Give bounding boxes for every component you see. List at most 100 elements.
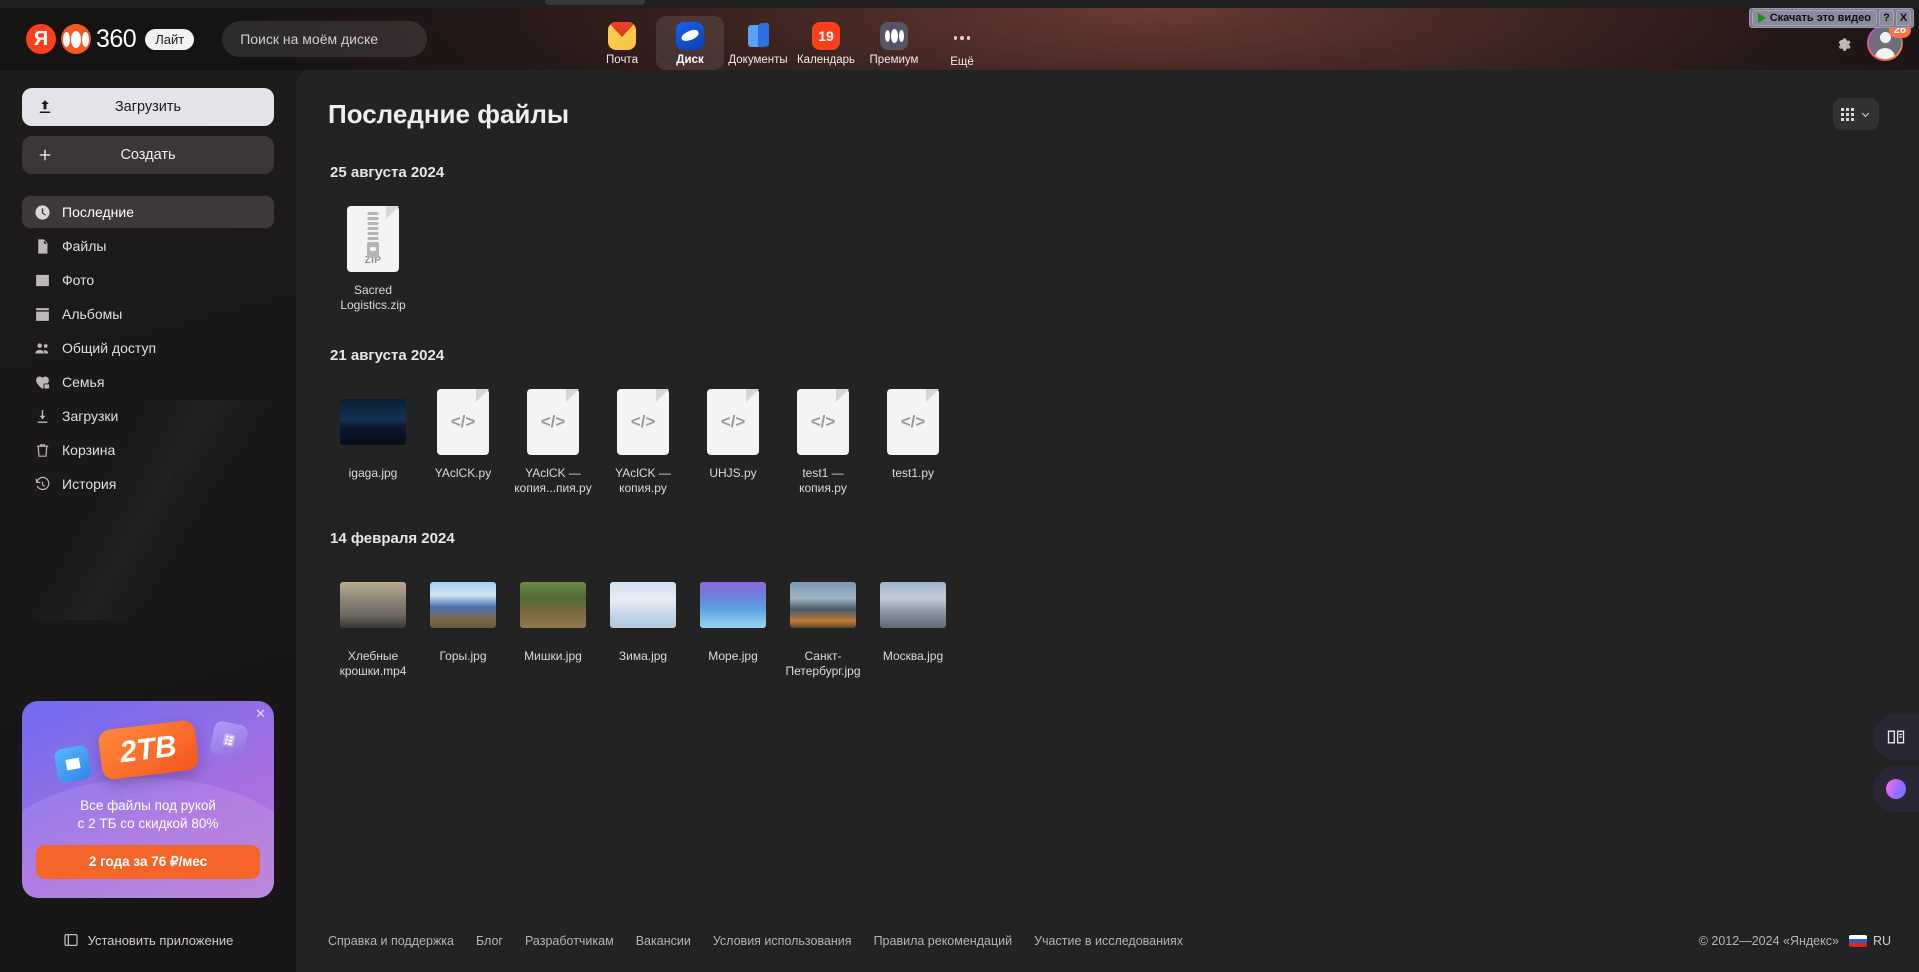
yandex-logo-icon: Я <box>26 24 56 54</box>
assistant-button[interactable] <box>1873 766 1919 812</box>
file-thumbnail-wrap <box>508 569 598 641</box>
code-file-icon: </> <box>617 389 669 455</box>
file-tile[interactable]: </> YAclCK — копия...пия.py <box>508 386 598 496</box>
premium-icon <box>880 22 908 50</box>
zip-file-icon: ZIP <box>347 206 399 272</box>
sidebar-label-history: История <box>62 476 117 492</box>
sidebar-item-photos[interactable]: Фото <box>22 264 274 296</box>
photo-thumbnail <box>430 582 496 628</box>
sidebar-item-albums[interactable]: Альбомы <box>22 298 274 330</box>
sidebar-item-shared[interactable]: Общий доступ <box>22 332 274 364</box>
language-switcher[interactable]: RU <box>1848 934 1891 948</box>
file-tile[interactable]: </> YAclCK — копия.py <box>598 386 688 496</box>
promo-close-icon[interactable]: ✕ <box>255 707 266 720</box>
file-tile[interactable]: </> UHJS.py <box>688 386 778 496</box>
file-tile[interactable]: </> test1 — копия.py <box>778 386 868 496</box>
file-tile[interactable]: Москва.jpg <box>868 569 958 679</box>
file-name-label: igaga.jpg <box>348 466 398 480</box>
nav-item-disk[interactable]: Диск <box>656 16 724 70</box>
search-input[interactable] <box>238 30 424 48</box>
file-thumbnail-wrap <box>778 569 868 641</box>
extension-close-button[interactable]: X <box>1896 10 1911 26</box>
russia-flag-icon <box>1848 935 1867 947</box>
create-button[interactable]: Создать <box>22 136 274 174</box>
header-left-cluster: Я 360 Лайт <box>0 21 428 57</box>
yandex-360-logo[interactable]: Я 360 Лайт <box>26 24 195 54</box>
file-tile[interactable]: ZIP Sacred Logistics.zip <box>328 203 418 313</box>
clock-icon <box>35 204 50 220</box>
service-nav: Почта Диск Документы 19 Календарь Премиу… <box>588 16 996 72</box>
footer-link[interactable]: Разработчикам <box>525 934 614 948</box>
file-thumbnail-wrap <box>328 386 418 458</box>
promo-cta-button[interactable]: 2 года за 76 ₽/мес <box>36 845 260 879</box>
book-icon <box>1887 730 1905 744</box>
promo-banner[interactable]: ✕ 2ТВ Все файлы под рукой с 2 ТБ со скид… <box>22 701 274 898</box>
promo-badge: 2ТВ <box>96 719 200 781</box>
view-mode-toggle[interactable] <box>1833 98 1879 130</box>
file-row: ZIP Sacred Logistics.zip <box>328 203 1887 313</box>
footer-link[interactable]: Участие в исследованиях <box>1034 934 1183 948</box>
file-thumbnail-wrap: </> <box>778 386 868 458</box>
upload-button[interactable]: Загрузить <box>22 88 274 126</box>
file-tile[interactable]: Мишки.jpg <box>508 569 598 679</box>
promo-line-1: Все файлы под рукой <box>80 798 216 813</box>
top-header: Я 360 Лайт Почта Диск <box>0 8 1919 70</box>
search-box[interactable] <box>222 21 428 57</box>
browser-tab[interactable] <box>545 0 645 5</box>
date-group-label: 25 августа 2024 <box>330 164 445 181</box>
sidebar: Загрузить Создать Последние Файлы Фото А… <box>0 70 296 972</box>
date-group-label: 21 августа 2024 <box>330 347 445 364</box>
sidebar-label-family: Семья <box>62 374 105 390</box>
zip-teeth <box>367 212 379 245</box>
sidebar-item-history[interactable]: История <box>22 468 274 500</box>
file-tile[interactable]: Горы.jpg <box>418 569 508 679</box>
grid-view-icon <box>1841 107 1854 121</box>
photo-thumbnail <box>610 582 676 628</box>
file-tile[interactable]: Хлебные крошки.mp4 <box>328 569 418 679</box>
file-tile[interactable]: </> YAclCK.py <box>418 386 508 496</box>
sidebar-item-downloads[interactable]: Загрузки <box>22 400 274 432</box>
nav-item-calendar[interactable]: 19 Календарь <box>792 16 860 70</box>
avatar[interactable]: 26 <box>1867 22 1911 61</box>
nav-label-calendar: Календарь <box>796 54 856 66</box>
sidebar-item-recent[interactable]: Последние <box>22 196 274 228</box>
footer-link[interactable]: Справка и поддержка <box>328 934 454 948</box>
nav-item-more[interactable]: Ещё <box>928 16 996 72</box>
file-thumbnail-wrap <box>328 569 418 641</box>
sidebar-label-recent: Последние <box>62 204 135 220</box>
upload-icon <box>39 100 51 113</box>
footer-link[interactable]: Вакансии <box>636 934 691 948</box>
file-tile[interactable]: Зима.jpg <box>598 569 688 679</box>
nav-item-mail[interactable]: Почта <box>588 16 656 70</box>
sidebar-item-files[interactable]: Файлы <box>22 230 274 262</box>
install-app-button[interactable]: Установить приложение <box>0 932 296 948</box>
footer-right: © 2012—2024 «Яндекс» RU <box>1699 934 1891 948</box>
nav-item-documents[interactable]: Документы <box>724 16 792 70</box>
file-tile[interactable]: Море.jpg <box>688 569 778 679</box>
plan-badge: Лайт <box>145 28 195 50</box>
file-tile[interactable]: Санкт-Петербург.jpg <box>778 569 868 679</box>
file-name-label: YAclCK.py <box>434 466 492 480</box>
mail-icon <box>608 22 636 50</box>
footer-link[interactable]: Блог <box>476 934 503 948</box>
sidebar-item-family[interactable]: Семья <box>22 366 274 398</box>
brain-icon <box>1886 779 1906 799</box>
trash-icon <box>36 443 49 457</box>
nav-item-premium[interactable]: Премиум <box>860 16 928 70</box>
file-tile[interactable]: igaga.jpg <box>328 386 418 496</box>
sidebar-label-albums: Альбомы <box>62 306 123 322</box>
file-thumbnail-wrap <box>418 569 508 641</box>
footer-link[interactable]: Условия использования <box>713 934 852 948</box>
help-book-button[interactable] <box>1873 714 1919 760</box>
extension-help-button[interactable]: ? <box>1879 10 1894 26</box>
plus-icon <box>39 149 51 161</box>
download-video-button[interactable]: Скачать это видео <box>1751 10 1877 26</box>
people-icon <box>35 342 49 353</box>
video-downloader-extension-overlay[interactable]: Скачать это видео ? X <box>1748 8 1914 28</box>
file-tile[interactable]: </> test1.py <box>868 386 958 496</box>
file-thumbnail-wrap <box>688 569 778 641</box>
sidebar-item-trash[interactable]: Корзина <box>22 434 274 466</box>
download-icon <box>37 409 48 423</box>
gear-icon[interactable] <box>1833 33 1853 53</box>
footer-link[interactable]: Правила рекомендаций <box>874 934 1013 948</box>
